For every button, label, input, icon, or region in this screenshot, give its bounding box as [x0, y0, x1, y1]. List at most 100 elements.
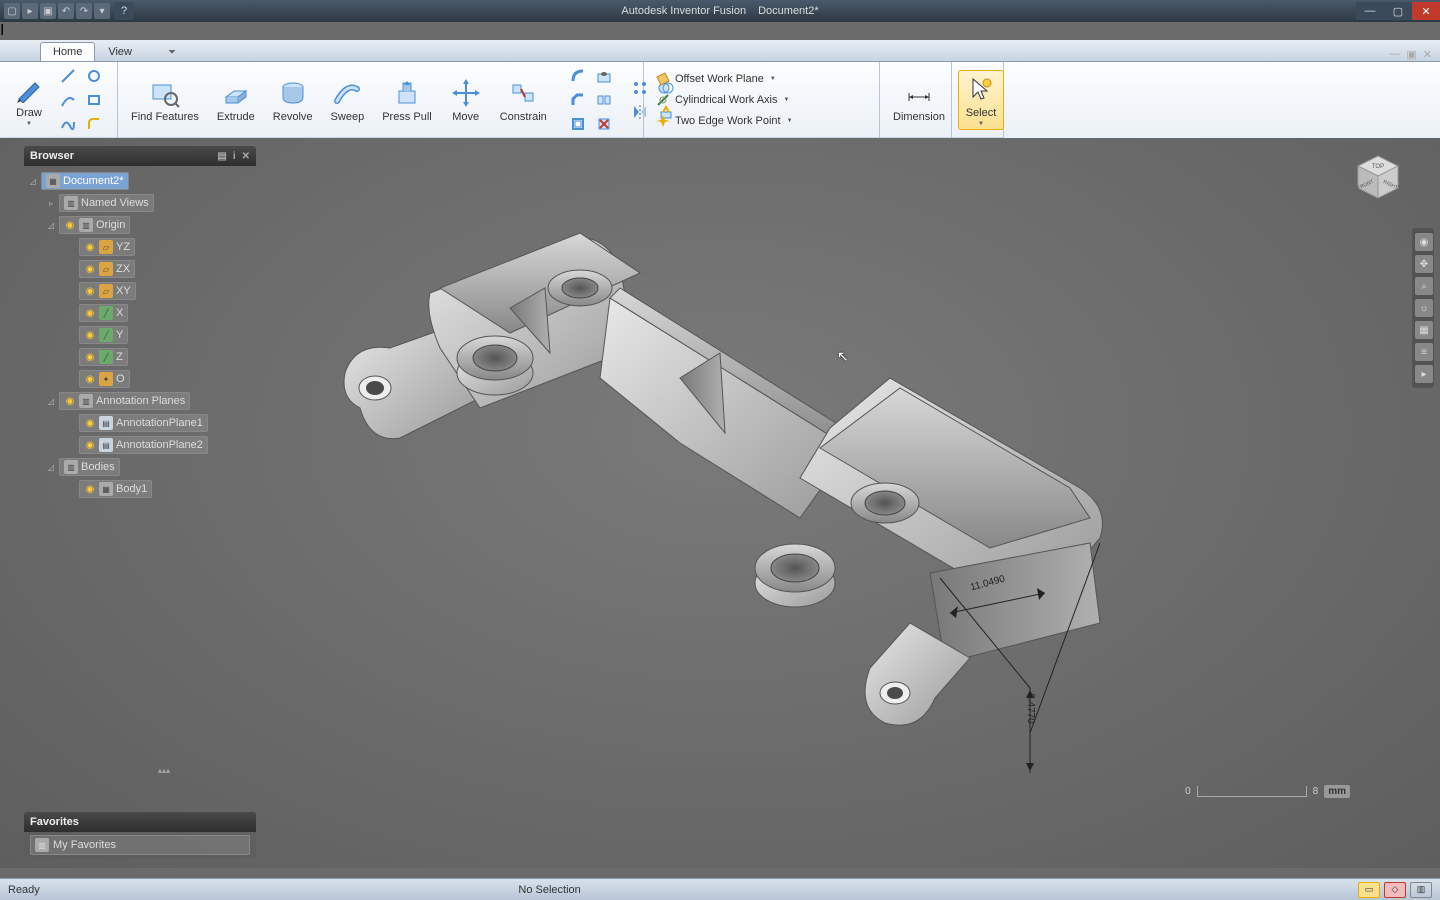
chamfer-icon[interactable]	[566, 89, 590, 111]
lightbulb-icon[interactable]: ◉	[84, 373, 96, 385]
panel-resize-grip[interactable]: ▴▴▴	[154, 766, 174, 772]
spline-tool-icon[interactable]	[56, 113, 80, 135]
menu-tabs: Home View ⏷	[0, 40, 1440, 62]
status-toggle-2-icon[interactable]: ◇	[1384, 882, 1406, 898]
help-button[interactable]: ?	[114, 2, 134, 20]
collapse-icon[interactable]: ◿	[28, 177, 38, 186]
tree-plane-xy[interactable]: ◉▱XY	[24, 280, 256, 302]
tree-axis-y[interactable]: ◉╱Y	[24, 324, 256, 346]
pan-icon[interactable]: ✥	[1415, 255, 1433, 273]
nav-play-icon[interactable]: ▸	[1415, 365, 1433, 383]
lightbulb-icon[interactable]: ◉	[84, 329, 96, 341]
panel-close-icon[interactable]: ✕	[242, 151, 250, 162]
lightbulb-icon[interactable]: ◉	[84, 417, 96, 429]
tree-origin[interactable]: ◿ ◉▥Origin	[24, 214, 256, 236]
collapse-icon[interactable]: ◿	[46, 463, 56, 472]
rect-tool-icon[interactable]	[82, 89, 106, 111]
status-toggle-3-icon[interactable]: ▥	[1410, 882, 1432, 898]
browser-header[interactable]: Browser ▤ i ✕	[24, 146, 256, 166]
collapse-icon[interactable]: ◿	[46, 221, 56, 230]
press-pull-button[interactable]: Press Pull	[375, 74, 439, 126]
dimension-value-b[interactable]: 6.4770	[1025, 693, 1036, 724]
tree-root[interactable]: ◿ ▦Document2*	[24, 170, 256, 192]
close-button[interactable]: ✕	[1412, 2, 1440, 20]
fillet3d-icon[interactable]	[566, 65, 590, 87]
tree-ann-plane-1[interactable]: ◉▤AnnotationPlane1	[24, 412, 256, 434]
fillet-tool-icon[interactable]	[82, 113, 106, 135]
tab-view[interactable]: View	[95, 42, 145, 61]
lightbulb-icon[interactable]: ◉	[84, 285, 96, 297]
qat-redo-icon[interactable]: ↷	[76, 3, 92, 19]
delete-icon[interactable]	[592, 113, 616, 135]
app-menu-icon[interactable]: I	[0, 22, 1440, 40]
lightbulb-icon[interactable]: ◉	[84, 483, 96, 495]
favorites-header[interactable]: Favorites	[24, 812, 256, 832]
panel-options-icon[interactable]: ▤	[217, 151, 226, 162]
constrain-button[interactable]: Constrain	[493, 74, 554, 126]
doc-minimize-icon[interactable]: —	[1389, 48, 1400, 61]
ruler-unit[interactable]: mm	[1324, 785, 1350, 798]
status-toggle-1-icon[interactable]: ▭	[1358, 882, 1380, 898]
qat-dropdown-icon[interactable]: ▾	[94, 3, 110, 19]
tab-home[interactable]: Home	[40, 42, 95, 61]
tree-body-1[interactable]: ◉▦Body1	[24, 478, 256, 500]
qat-undo-icon[interactable]: ↶	[58, 3, 74, 19]
lookat-icon[interactable]: ▦	[1415, 321, 1433, 339]
zoom-icon[interactable]: ⌕	[1415, 277, 1433, 295]
draw-button[interactable]: Draw ▼	[6, 70, 52, 130]
point-icon: ✦	[99, 372, 113, 386]
svg-text:TOP: TOP	[1372, 164, 1384, 170]
favorites-item[interactable]: ▥ My Favorites	[30, 835, 250, 855]
tree-bodies[interactable]: ◿ ▥Bodies	[24, 456, 256, 478]
tree-origin-point[interactable]: ◉✦O	[24, 368, 256, 390]
doc-close-icon[interactable]: ✕	[1423, 48, 1432, 61]
viewcube[interactable]: TOP FRONT RIGHT	[1346, 144, 1410, 208]
sweep-button[interactable]: Sweep	[324, 74, 372, 126]
two-edge-work-point-button[interactable]: Two Edge Work Point ▼	[650, 111, 798, 131]
split-icon[interactable]	[592, 89, 616, 111]
tree-axis-z[interactable]: ◉╱Z	[24, 346, 256, 368]
circle-tool-icon[interactable]	[82, 65, 106, 87]
lightbulb-icon[interactable]: ◉	[84, 307, 96, 319]
tree-axis-x[interactable]: ◉╱X	[24, 302, 256, 324]
tree-plane-yz[interactable]: ◉▱YZ	[24, 236, 256, 258]
lightbulb-icon[interactable]: ◉	[84, 439, 96, 451]
nav-settings-icon[interactable]: ≡	[1415, 343, 1433, 361]
axis-icon: ╱	[99, 328, 113, 342]
tree-named-views[interactable]: ▹ ▥Named Views	[24, 192, 256, 214]
qat-save-icon[interactable]: ▣	[40, 3, 56, 19]
panel-pin-icon[interactable]: i	[233, 151, 236, 162]
arc-tool-icon[interactable]	[56, 89, 80, 111]
qat-new-icon[interactable]: ▢	[4, 3, 20, 19]
tree-annotation-planes[interactable]: ◿ ◉▥Annotation Planes	[24, 390, 256, 412]
find-features-button[interactable]: Find Features	[124, 74, 206, 126]
collapse-icon[interactable]: ◿	[46, 397, 56, 406]
tree-ann-plane-2[interactable]: ◉▤AnnotationPlane2	[24, 434, 256, 456]
extrude-button[interactable]: Extrude	[210, 74, 262, 126]
tab-expand-icon[interactable]: ⏷	[155, 43, 189, 61]
select-button[interactable]: Select ▼	[958, 70, 1004, 130]
favorites-title: Favorites	[30, 816, 79, 828]
line-tool-icon[interactable]	[56, 65, 80, 87]
lightbulb-icon[interactable]: ◉	[84, 351, 96, 363]
qat-open-icon[interactable]: ▸	[22, 3, 38, 19]
expand-icon[interactable]: ▹	[46, 199, 56, 208]
revolve-button[interactable]: Revolve	[266, 74, 320, 126]
doc-window-controls: — ▣ ✕	[1389, 48, 1432, 61]
orbit-icon[interactable]: ☼	[1415, 299, 1433, 317]
lightbulb-icon[interactable]: ◉	[84, 263, 96, 275]
hole-icon[interactable]	[592, 65, 616, 87]
tree-plane-zx[interactable]: ◉▱ZX	[24, 258, 256, 280]
offset-work-plane-button[interactable]: Offset Work Plane ▼	[650, 69, 798, 89]
doc-restore-icon[interactable]: ▣	[1406, 48, 1416, 61]
cylindrical-work-axis-button[interactable]: Cylindrical Work Axis ▼	[650, 90, 798, 110]
steering-wheel-icon[interactable]: ◉	[1415, 233, 1433, 251]
lightbulb-icon[interactable]: ◉	[64, 395, 76, 407]
maximize-button[interactable]: ▢	[1384, 2, 1412, 20]
dimension-button[interactable]: Dimension	[886, 74, 952, 126]
minimize-button[interactable]: —	[1356, 2, 1384, 20]
lightbulb-icon[interactable]: ◉	[64, 219, 76, 231]
lightbulb-icon[interactable]: ◉	[84, 241, 96, 253]
move-button[interactable]: Move	[443, 74, 489, 126]
shell-icon[interactable]	[566, 113, 590, 135]
